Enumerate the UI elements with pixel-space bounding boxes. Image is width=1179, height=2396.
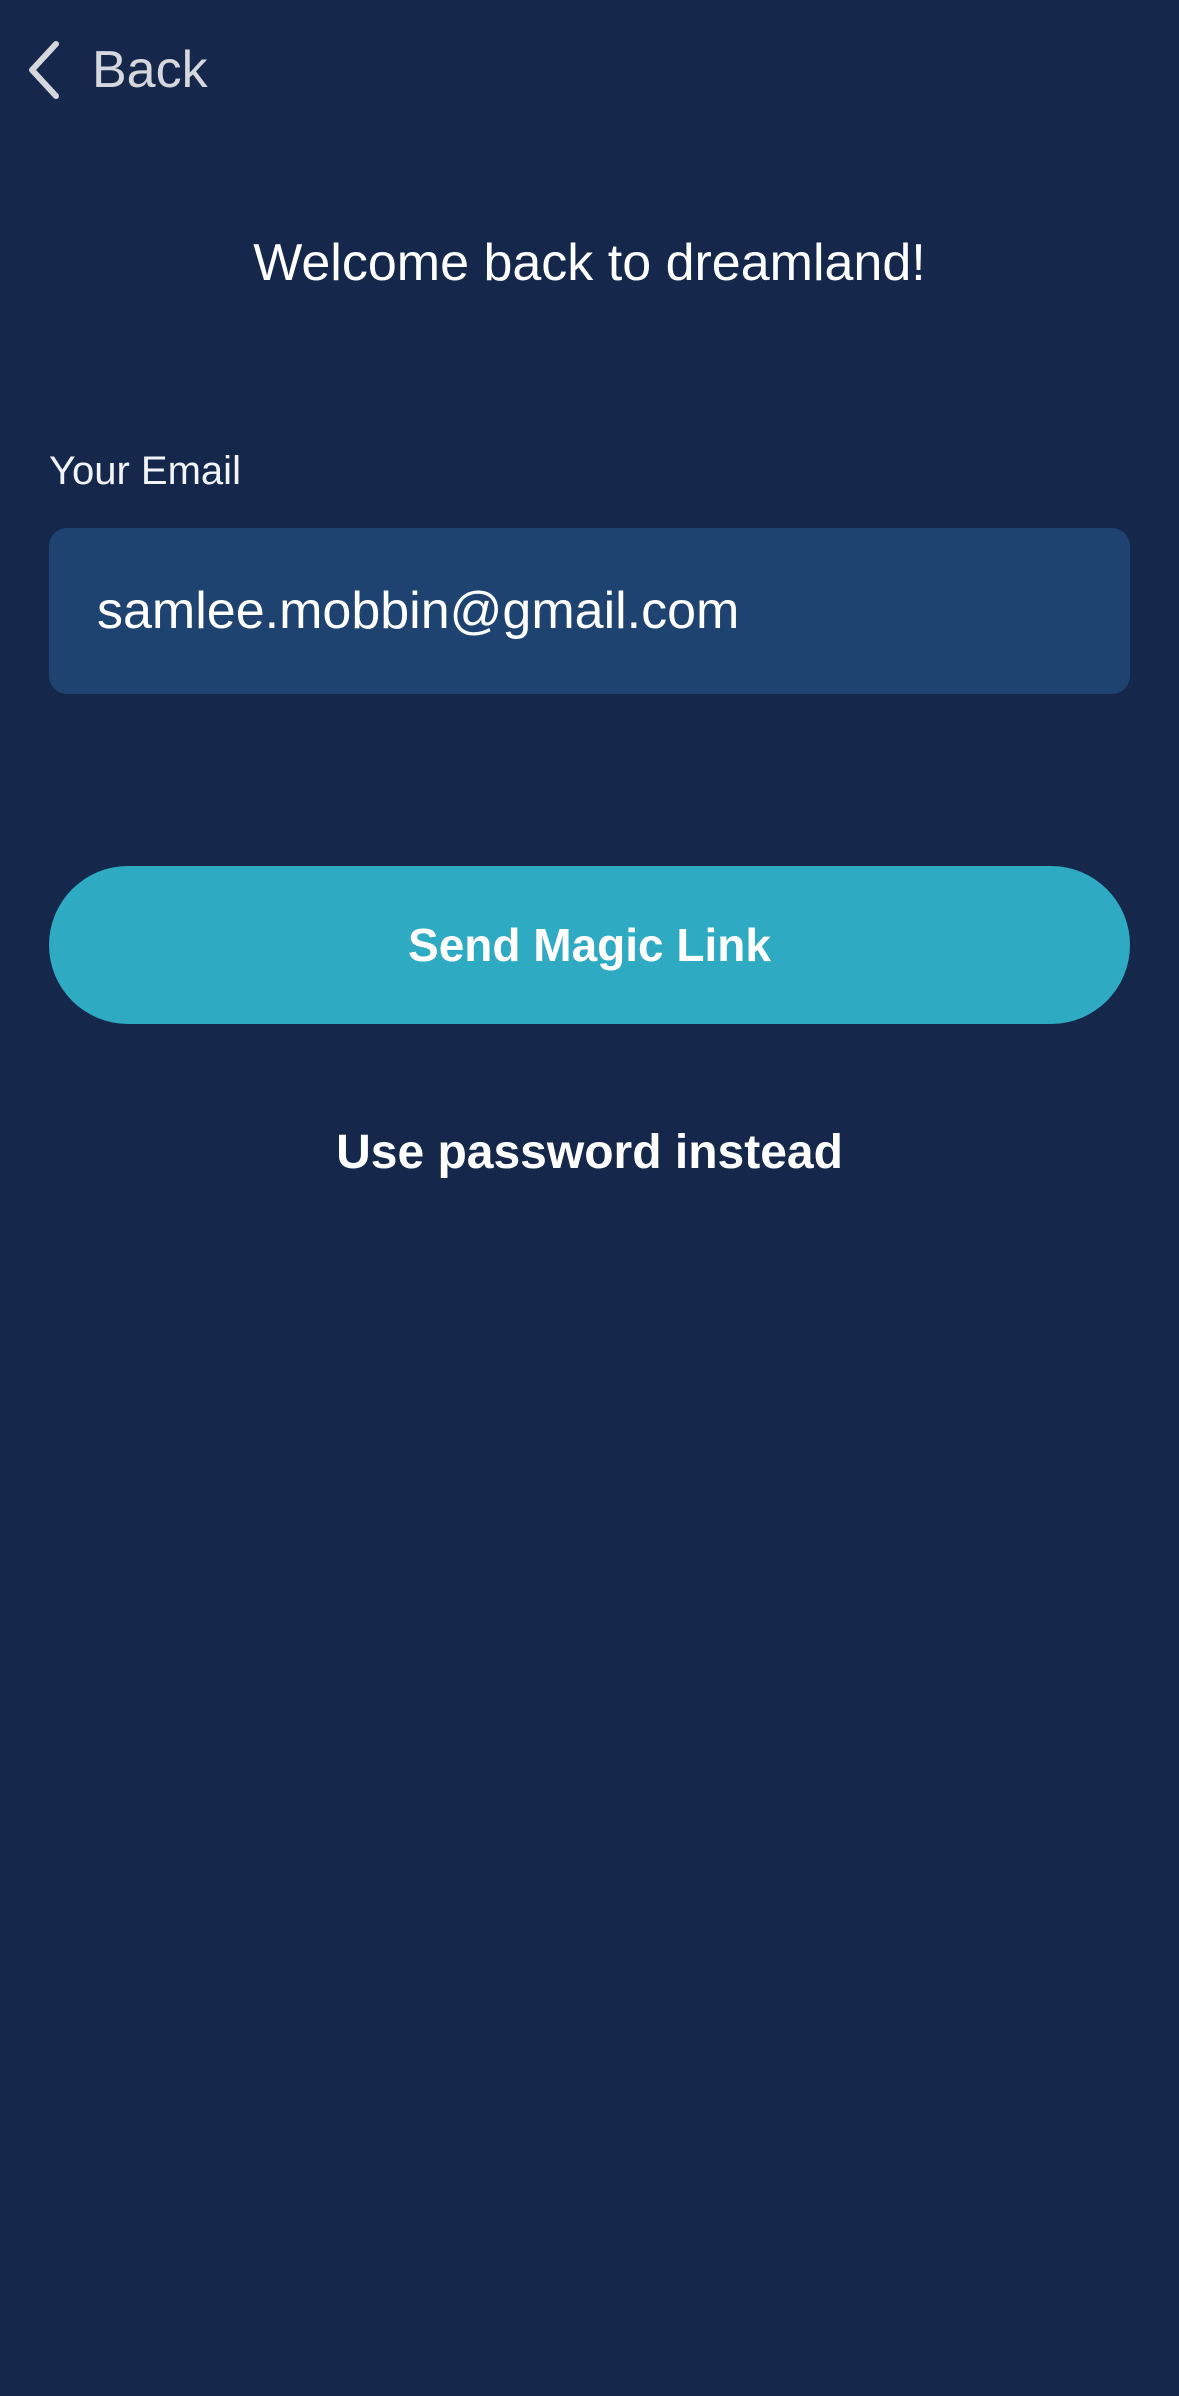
back-button[interactable]: Back <box>24 30 208 110</box>
email-field[interactable]: samlee.mobbin@gmail.com <box>49 528 1130 694</box>
use-password-link[interactable]: Use password instead <box>0 1118 1179 1188</box>
email-label: Your Email <box>49 449 241 493</box>
back-label: Back <box>92 41 208 99</box>
email-value: samlee.mobbin@gmail.com <box>97 582 740 640</box>
page-title: Welcome back to dreamland! <box>253 234 926 292</box>
chevron-left-icon <box>24 40 64 100</box>
send-magic-link-button[interactable]: Send Magic Link <box>49 866 1130 1024</box>
